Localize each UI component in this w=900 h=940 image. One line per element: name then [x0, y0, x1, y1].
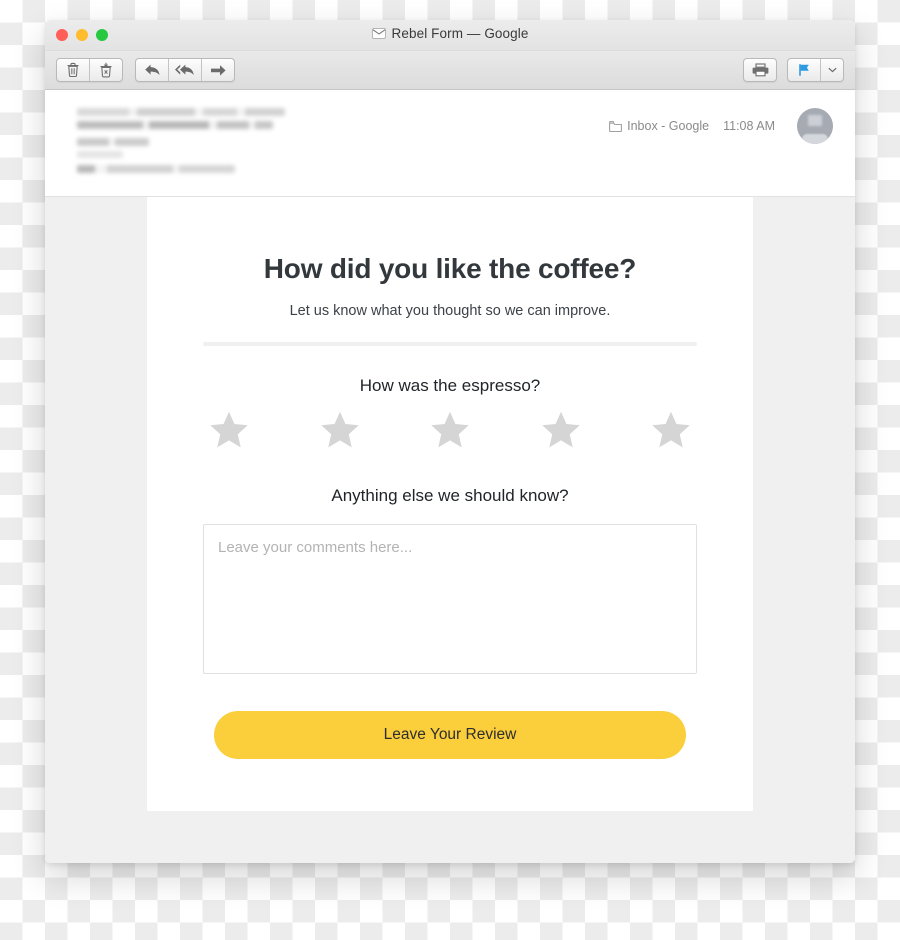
- star-rating-3[interactable]: [428, 409, 472, 456]
- window-title-bar-content: Rebel Form — Google: [45, 26, 855, 41]
- flag-icon: [799, 64, 809, 76]
- message-header-meta: Inbox - Google 11:08 AM: [609, 106, 833, 144]
- chevron-down-icon: [827, 67, 837, 73]
- email-card-inner: How did you like the coffee? Let us know…: [147, 253, 753, 759]
- flag-segment: [787, 58, 844, 82]
- star-rating-4[interactable]: [539, 409, 583, 456]
- redacted-sender-line: [77, 108, 285, 116]
- mailbox-indicator[interactable]: Inbox - Google: [609, 119, 709, 133]
- form-title: How did you like the coffee?: [263, 253, 637, 284]
- delete-button[interactable]: [57, 59, 90, 81]
- reply-arrow-icon: [144, 64, 159, 75]
- star-rating-2[interactable]: [318, 409, 362, 456]
- email-body-scroll-area[interactable]: How did you like the coffee? Let us know…: [45, 197, 855, 863]
- delete-segment: [56, 58, 123, 82]
- mail-toolbar: [45, 51, 855, 90]
- section-divider: [203, 342, 697, 346]
- window-titlebar: Rebel Form — Google: [45, 20, 855, 51]
- rating-question-label: How was the espresso?: [359, 376, 541, 395]
- leave-review-button[interactable]: Leave Your Review: [214, 711, 686, 759]
- printer-icon: [752, 63, 768, 77]
- star-rating-5[interactable]: [649, 409, 693, 456]
- reply-forward-segment: [135, 58, 235, 82]
- redacted-recipient-line: [77, 138, 149, 146]
- reply-all-button[interactable]: [169, 59, 202, 81]
- mailbox-label: Inbox - Google: [627, 119, 710, 133]
- message-timestamp: 11:08 AM: [723, 119, 775, 133]
- folder-icon: [609, 120, 623, 132]
- form-subtitle: Let us know what you thought so we can i…: [289, 303, 611, 319]
- toolbar-right-group: [743, 58, 844, 82]
- junk-bin-icon: [100, 62, 112, 78]
- trash-icon: [67, 62, 79, 78]
- mail-window: Rebel Form — Google Inbox - Google 11:08…: [45, 20, 855, 863]
- flag-button[interactable]: [788, 59, 821, 81]
- redacted-address-line: [77, 165, 235, 173]
- redacted-subject-line: [77, 121, 273, 129]
- reply-button[interactable]: [136, 59, 169, 81]
- forward-arrow-icon: [210, 64, 226, 76]
- avatar[interactable]: [797, 108, 833, 144]
- star-rating-group[interactable]: [207, 409, 693, 456]
- print-segment: [743, 58, 777, 82]
- junk-button[interactable]: [90, 59, 122, 81]
- email-content-card: How did you like the coffee? Let us know…: [147, 197, 753, 811]
- forward-button[interactable]: [202, 59, 234, 81]
- print-button[interactable]: [744, 59, 776, 81]
- toolbar-left-group: [56, 58, 235, 82]
- envelope-icon: [371, 28, 386, 39]
- message-header: Inbox - Google 11:08 AM: [45, 90, 855, 197]
- star-rating-1[interactable]: [207, 409, 251, 456]
- comments-input[interactable]: [203, 524, 697, 674]
- sender-info-redacted: [77, 106, 609, 178]
- flag-menu-button[interactable]: [821, 59, 843, 81]
- window-title-text: Rebel Form — Google: [391, 26, 529, 41]
- reply-all-arrow-icon: [175, 64, 194, 75]
- redacted-detail-line: [77, 151, 123, 158]
- comments-question-label: Anything else we should know?: [331, 486, 569, 505]
